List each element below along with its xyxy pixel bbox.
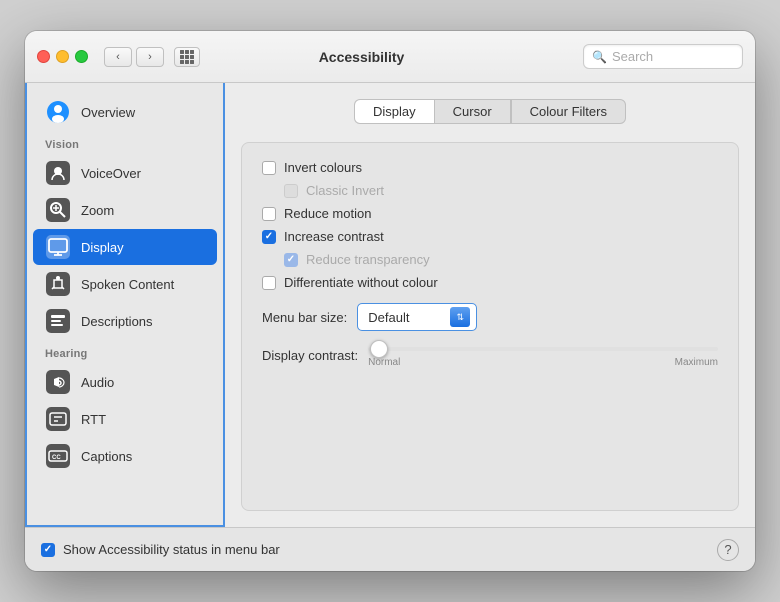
sidebar-item-descriptions[interactable]: Descriptions (33, 303, 217, 339)
hearing-section-header: Hearing (27, 340, 223, 363)
back-button[interactable]: ‹ (104, 47, 132, 67)
spoken-icon (45, 271, 71, 297)
reduce-transparency-checkbox[interactable] (284, 253, 298, 267)
tab-display[interactable]: Display (354, 99, 434, 124)
sidebar-item-display-label: Display (81, 240, 124, 255)
sidebar-item-voiceover-label: VoiceOver (81, 166, 141, 181)
display-contrast-slider-container: Normal Maximum (368, 343, 718, 368)
descriptions-icon (45, 308, 71, 334)
classic-invert-checkbox[interactable] (284, 184, 298, 198)
help-button[interactable]: ? (717, 539, 739, 561)
menu-bar-size-value: Default (368, 310, 444, 325)
display-contrast-label: Display contrast: (262, 348, 358, 363)
display-icon (45, 234, 71, 260)
voiceover-icon (45, 160, 71, 186)
sidebar-item-spoken-content[interactable]: Spoken Content (33, 266, 217, 302)
display-contrast-thumb[interactable] (370, 340, 388, 358)
titlebar: ‹ › Accessibility 🔍 (25, 31, 755, 83)
sidebar-item-rtt-label: RTT (81, 412, 106, 427)
options-panel: Invert colours Classic Invert Reduce mot… (241, 142, 739, 511)
sidebar-item-rtt[interactable]: RTT (33, 401, 217, 437)
increase-contrast-row: Increase contrast (262, 228, 718, 245)
select-arrow-icon: ⇅ (450, 307, 470, 327)
invert-colours-row: Invert colours (262, 159, 718, 176)
sidebar-item-captions[interactable]: CC Captions (33, 438, 217, 474)
reduce-transparency-label: Reduce transparency (306, 252, 430, 267)
accessibility-window: ‹ › Accessibility 🔍 Overview (25, 31, 755, 571)
vision-section-header: Vision (27, 131, 223, 154)
maximize-button[interactable] (75, 50, 88, 63)
sidebar-item-zoom[interactable]: Zoom (33, 192, 217, 228)
search-icon: 🔍 (592, 50, 607, 64)
person-icon (45, 99, 71, 125)
show-accessibility-status-label: Show Accessibility status in menu bar (63, 542, 709, 557)
traffic-lights (37, 50, 88, 63)
increase-contrast-label: Increase contrast (284, 229, 384, 244)
sidebar: Overview Vision VoiceOver Zoom (25, 83, 225, 527)
slider-min-label: Normal (368, 357, 400, 368)
audio-icon (45, 369, 71, 395)
sidebar-item-zoom-label: Zoom (81, 203, 114, 218)
sidebar-item-audio-label: Audio (81, 375, 114, 390)
sidebar-item-captions-label: Captions (81, 449, 132, 464)
bottom-bar: Show Accessibility status in menu bar ? (25, 527, 755, 571)
minimize-button[interactable] (56, 50, 69, 63)
rtt-icon (45, 406, 71, 432)
invert-colours-label: Invert colours (284, 160, 362, 175)
menu-bar-size-label: Menu bar size: (262, 310, 347, 325)
slider-max-label: Maximum (675, 357, 718, 368)
search-box[interactable]: 🔍 (583, 44, 743, 69)
menu-bar-size-select[interactable]: Default ⇅ (357, 303, 477, 331)
reduce-transparency-row: Reduce transparency (262, 251, 718, 268)
increase-contrast-checkbox[interactable] (262, 230, 276, 244)
window-title: Accessibility (150, 49, 573, 65)
show-accessibility-status-checkbox[interactable] (41, 543, 55, 557)
display-contrast-row: Display contrast: Normal Maximum (262, 343, 718, 368)
reduce-motion-checkbox[interactable] (262, 207, 276, 221)
differentiate-label: Differentiate without colour (284, 275, 438, 290)
sidebar-item-overview[interactable]: Overview (33, 94, 217, 130)
reduce-motion-row: Reduce motion (262, 205, 718, 222)
search-input[interactable] (612, 49, 734, 64)
sidebar-item-voiceover[interactable]: VoiceOver (33, 155, 217, 191)
sidebar-item-display[interactable]: Display (33, 229, 217, 265)
close-button[interactable] (37, 50, 50, 63)
tab-colour-filters[interactable]: Colour Filters (511, 99, 626, 124)
tab-bar: Display Cursor Colour Filters (241, 99, 739, 124)
invert-colours-checkbox[interactable] (262, 161, 276, 175)
reduce-motion-label: Reduce motion (284, 206, 371, 221)
menu-bar-size-row: Menu bar size: Default ⇅ (262, 303, 718, 331)
content-area: Display Cursor Colour Filters Invert col… (225, 83, 755, 527)
sidebar-item-audio[interactable]: Audio (33, 364, 217, 400)
display-contrast-track[interactable] (368, 347, 718, 351)
differentiate-checkbox[interactable] (262, 276, 276, 290)
main-body: Overview Vision VoiceOver Zoom (25, 83, 755, 527)
sidebar-item-descriptions-label: Descriptions (81, 314, 153, 329)
differentiate-row: Differentiate without colour (262, 274, 718, 291)
classic-invert-row: Classic Invert (262, 182, 718, 199)
sidebar-item-spoken-content-label: Spoken Content (81, 277, 174, 292)
captions-icon: CC (45, 443, 71, 469)
tab-cursor[interactable]: Cursor (434, 99, 511, 124)
classic-invert-label: Classic Invert (306, 183, 384, 198)
zoom-icon (45, 197, 71, 223)
sidebar-item-overview-label: Overview (81, 105, 135, 120)
svg-text:CC: CC (52, 455, 61, 461)
